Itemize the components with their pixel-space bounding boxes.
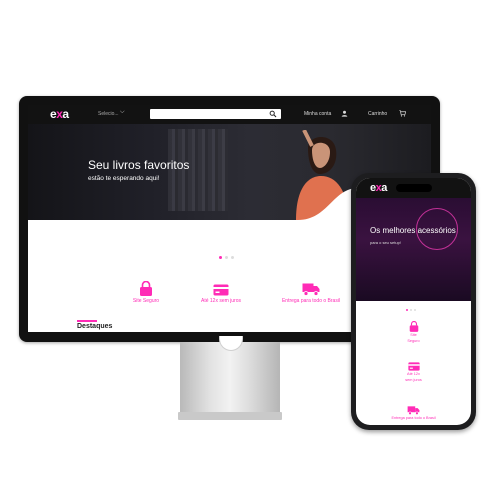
credit-card-icon [407,362,420,371]
mobile-feature-installments: Até 12x sem juros [386,362,441,383]
section-accent-line [77,320,97,322]
feature-installments: Até 12x sem juros [176,284,266,304]
carousel-dot[interactable] [225,256,228,259]
section-title: Destaques [77,323,113,330]
lock-icon [140,281,152,296]
brand-logo[interactable]: exa [50,108,69,121]
user-icon[interactable] [341,110,348,117]
monitor-stand [180,342,280,414]
truck-icon [302,283,320,296]
mobile-feature-secure-site: Site Seguro [386,321,441,344]
feature-shipping: Entrega para todo o Brasil [266,283,356,304]
phone-dynamic-island [396,184,432,192]
carousel-dot[interactable] [414,309,416,311]
mobile-hero-subtitle: para o seu setup! [370,240,401,245]
logo-letter-a: a [381,182,387,194]
account-link[interactable]: Minha conta [304,111,331,117]
monitor-stand-base [178,412,282,420]
feature-label: Até 12x sem juros [200,298,242,304]
credit-card-icon [213,284,229,296]
mobile-navbar: exa [356,178,471,198]
mobile-feature-shipping: Entrega para todo o Brasil [386,406,441,421]
cart-icon[interactable] [399,110,406,117]
chevron-down-icon[interactable]: ⌵ [120,109,125,116]
logo-letter-a: a [62,107,69,121]
category-select[interactable]: Selecio... [98,111,119,117]
feature-label-line2: sem juros [405,378,422,382]
brand-logo[interactable]: exa [370,182,387,194]
mobile-screen: exa Os melhores acessórios para o seu se… [356,178,471,425]
search-icon[interactable] [269,110,277,118]
feature-label: Entrega para todo o Brasil [281,298,341,304]
carousel-dot[interactable] [410,309,412,311]
cart-link[interactable]: Carrinho [368,111,387,117]
hero-subtitle: estão te esperando aqui! [88,175,160,182]
carousel-dot[interactable] [406,309,408,311]
truck-icon [407,406,420,415]
mobile-phone: exa Os melhores acessórios para o seu se… [351,173,476,430]
carousel-dots[interactable] [219,246,237,264]
feature-label-line2: Seguro [407,339,420,343]
desktop-navbar: exa Selecio... ⌵ Minha conta Carrinho [28,105,431,124]
search-input[interactable] [150,109,281,119]
feature-label-line1: Até 12x [407,372,420,376]
hero-title: Seu livros favoritos [88,158,190,172]
carousel-dots[interactable] [406,298,418,316]
lock-icon [409,321,418,332]
feature-label-line1: Site [410,333,417,337]
mobile-hero-title: Os melhores acessórios [370,226,456,235]
mobile-hero-banner[interactable]: Os melhores acessórios para o seu setup! [356,198,471,301]
carousel-dot[interactable] [219,256,222,259]
carousel-dot[interactable] [231,256,234,259]
feature-label-line1: Entrega para todo o Brasil [391,416,436,420]
